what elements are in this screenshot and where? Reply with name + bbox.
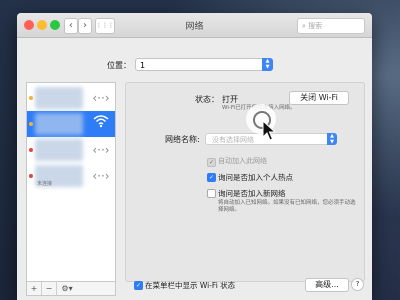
blurred-service-name [35,139,83,161]
network-name-label: 网络名称: [165,135,200,144]
status-dot-red [29,148,33,152]
ask-hotspots-label: 询问是否加入个人热点 [218,173,293,182]
search-icon: ⌕ [302,22,306,30]
show-wifi-menu-checkbox[interactable]: ✓ [134,281,143,290]
blurred-service-name [35,87,83,109]
service-list-toolbar: + − ⚙▾ [26,282,116,296]
help-button[interactable]: ? [351,278,364,291]
status-label: 状态： [195,95,219,104]
network-preferences-window: ‹ › ⋮⋮⋮ 网络 ⌕ 搜索 位置： 1 ▲ ▼ ‹··› ‹··› 未连接 … [17,13,372,300]
search-field[interactable]: ⌕ 搜索 [297,18,365,34]
action-gear-button[interactable]: ⚙▾ [57,282,77,295]
network-name-placeholder: 没有选择网络 [212,136,254,144]
window-content: 位置： 1 ▲ ▼ ‹··› ‹··› 未连接 ‹··› + − ⚙▾ 状态： … [17,38,372,300]
blurred-service-name [35,113,83,135]
network-arrows-icon: ‹··› [92,143,110,157]
auto-join-label: 自动加入此网络 [218,157,267,165]
show-wifi-menu-label: 在菜单栏中显示 Wi-Fi 状态 [145,281,236,290]
remove-service-button[interactable]: − [42,282,57,295]
location-select[interactable]: 1 ▲ ▼ [135,58,273,71]
chevron-updown-icon: ▲ ▼ [327,133,337,145]
advanced-button[interactable]: 高级... [305,278,349,292]
title-bar: ‹ › ⋮⋮⋮ 网络 ⌕ 搜索 [17,13,372,38]
auto-join-checkbox[interactable]: ✓ [207,158,216,167]
ask-new-networks-description: 将自动加入已知网络。如果没有已知网络，您必须手动选择网络。 [218,200,356,213]
service-item-ethernet-1[interactable]: ‹··› [27,85,115,111]
service-item-ethernet-2[interactable]: ‹··› [27,137,115,163]
status-dot-red [29,174,33,178]
add-service-button[interactable]: + [27,282,42,295]
location-label: 位置： [107,61,131,70]
status-dot-yellow [29,122,33,126]
service-status-text: 未连接 [37,181,53,187]
wifi-icon [91,114,111,134]
status-dot-yellow [29,96,33,100]
turn-off-wifi-button[interactable]: 关闭 Wi-Fi [289,91,349,105]
ask-hotspots-checkbox[interactable]: ✓ [207,173,216,182]
chevron-updown-icon: ▲ ▼ [262,58,273,71]
ask-new-networks-checkbox[interactable] [207,189,216,198]
ask-new-networks-label: 询问是否加入新网络 [218,189,286,198]
mouse-pointer-icon [262,120,276,141]
status-value: 打开 [222,95,238,104]
service-list[interactable]: ‹··› ‹··› 未连接 ‹··› [26,82,116,282]
search-placeholder: 搜索 [308,22,323,30]
service-item-wifi[interactable] [27,111,115,137]
network-arrows-icon: ‹··› [92,91,110,105]
network-arrows-icon: ‹··› [92,169,110,183]
service-item-ethernet-3[interactable]: 未连接 ‹··› [27,163,115,189]
location-value: 1 [140,61,146,70]
